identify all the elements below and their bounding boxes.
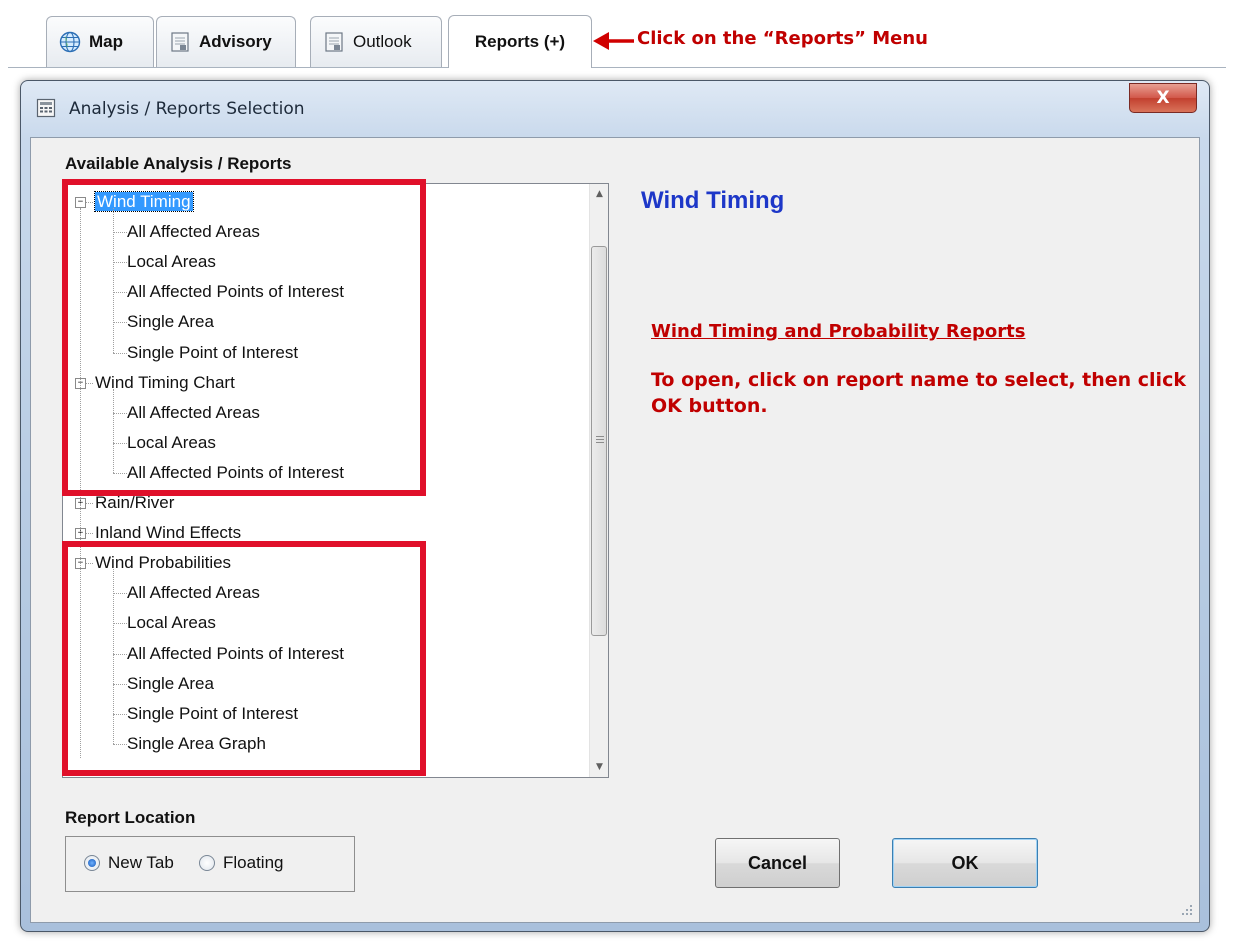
dialog-title: Analysis / Reports Selection: [69, 99, 305, 119]
reports-menu-callout: Click on the “Reports” Menu: [637, 28, 928, 49]
scroll-down-arrow-icon[interactable]: ▼: [590, 757, 608, 777]
scroll-up-arrow-icon[interactable]: ▲: [590, 184, 608, 204]
globe-icon: [59, 31, 81, 53]
scroll-thumb[interactable]: [591, 246, 607, 636]
tab-advisory-label: Advisory: [199, 32, 272, 51]
tab-reports-label: Reports (+): [474, 32, 566, 51]
annotation-instructions: To open, click on report name to select,…: [651, 369, 1186, 417]
report-location-label: Report Location: [65, 808, 196, 827]
annotation-heading: Wind Timing and Probability Reports: [651, 321, 1026, 342]
close-icon: X: [1156, 88, 1170, 108]
tree-connector: [86, 503, 93, 504]
radio-floating-label[interactable]: Floating: [223, 853, 283, 873]
tab-outlook[interactable]: Outlook: [310, 16, 442, 67]
tab-strip-divider: [8, 67, 1226, 68]
reports-selection-dialog: Analysis / Reports Selection X Available…: [20, 80, 1210, 932]
title-bar[interactable]: Analysis / Reports Selection X: [21, 81, 1209, 137]
tree-node[interactable]: Rain/River: [95, 493, 174, 515]
tab-strip: Map Advisory Outlook Reports (+) Click o…: [0, 0, 1234, 68]
highlight-box-wind-probabilities: [62, 541, 426, 776]
report-location-group: New Tab Floating: [65, 836, 355, 892]
resize-grip-icon[interactable]: [1181, 904, 1193, 916]
highlight-box-wind-timing: [62, 179, 426, 496]
radio-new-tab[interactable]: [84, 855, 100, 871]
dialog-client-area: Available Analysis / Reports ▲ ▼ Wind Ti…: [30, 137, 1200, 923]
document-icon: [323, 31, 345, 53]
available-reports-label: Available Analysis / Reports: [65, 154, 292, 173]
close-button[interactable]: X: [1129, 83, 1197, 113]
tree-scrollbar[interactable]: ▲ ▼: [589, 184, 608, 777]
cancel-button[interactable]: Cancel: [715, 838, 840, 888]
ok-button[interactable]: OK: [892, 838, 1038, 888]
left-arrow-icon: [593, 32, 634, 50]
tab-map[interactable]: Map: [46, 16, 154, 67]
tree-connector: [86, 533, 93, 535]
tab-outlook-label: Outlook: [353, 32, 412, 51]
calculator-icon: [36, 98, 56, 123]
tab-advisory[interactable]: Advisory: [156, 16, 296, 67]
tab-reports[interactable]: Reports (+): [448, 15, 592, 68]
radio-floating[interactable]: [199, 855, 215, 871]
tab-map-label: Map: [89, 32, 123, 51]
scroll-grip-icon: [596, 436, 604, 445]
tree-item-label: Inland Wind Effects: [95, 523, 242, 543]
document-icon: [169, 31, 191, 53]
radio-new-tab-label[interactable]: New Tab: [108, 853, 174, 873]
selected-report-title: Wind Timing: [641, 187, 785, 214]
